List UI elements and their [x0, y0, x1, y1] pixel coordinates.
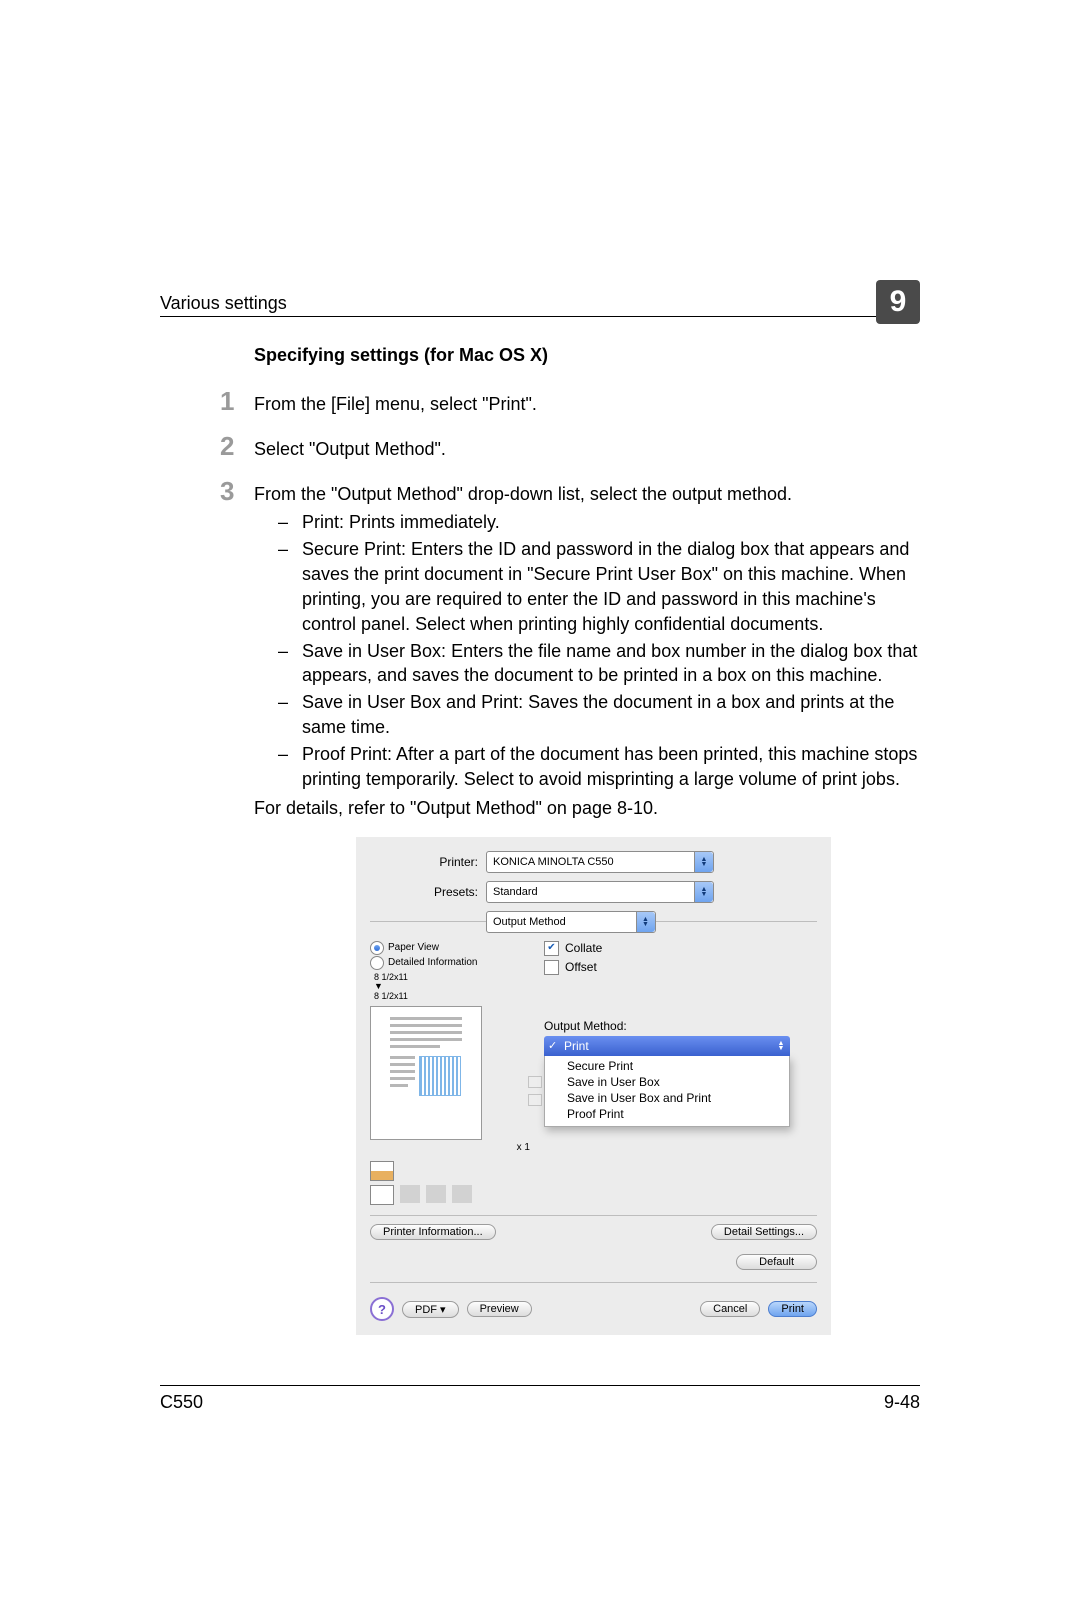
sub-item-text: Secure Print: Enters the ID and password…	[302, 537, 920, 636]
detailed-info-radio[interactable]: Detailed Information	[370, 956, 534, 970]
output-method-select[interactable]: ✓ Print ▲▼ Secure Print Save in User Box…	[544, 1036, 790, 1127]
default-button[interactable]: Default	[736, 1254, 817, 1270]
printer-label: Printer:	[370, 855, 486, 869]
hidden-control-icon	[528, 1076, 542, 1088]
paper-view-label: Paper View	[388, 942, 439, 953]
bullet-dash: –	[278, 639, 302, 689]
checkbox-icon	[544, 960, 559, 975]
paper-size-bottom: 8 1/2x11	[374, 991, 408, 1001]
detail-settings-button[interactable]: Detail Settings...	[711, 1224, 817, 1240]
output-method-label: Output Method:	[544, 1019, 817, 1033]
offset-label: Offset	[565, 960, 597, 974]
check-icon: ✓	[548, 1039, 557, 1052]
bullet-dash: –	[278, 510, 302, 535]
checkbox-icon: ✔	[544, 941, 559, 956]
section-heading: Specifying settings (for Mac OS X)	[160, 345, 920, 366]
hidden-control-icon	[528, 1094, 542, 1106]
footer-page: 9-48	[884, 1392, 920, 1413]
offset-checkbox[interactable]: Offset	[544, 960, 817, 975]
print-button[interactable]: Print	[768, 1301, 817, 1317]
updown-icon: ▲▼	[636, 912, 655, 932]
panel-value: Output Method	[493, 916, 566, 928]
preview-button[interactable]: Preview	[467, 1301, 532, 1317]
sub-item-text: Proof Print: After a part of the documen…	[302, 742, 920, 792]
footer-model: C550	[160, 1392, 203, 1413]
printer-information-button[interactable]: Printer Information...	[370, 1224, 496, 1240]
bullet-dash: –	[278, 537, 302, 636]
bullet-dash: –	[278, 742, 302, 792]
panel-select[interactable]: Output Method ▲▼	[486, 911, 656, 933]
layout-thumb-icon[interactable]	[370, 1161, 394, 1181]
pdf-button[interactable]: PDF ▾	[402, 1301, 459, 1318]
cancel-button[interactable]: Cancel	[700, 1301, 760, 1317]
updown-icon: ▲▼	[694, 852, 713, 872]
sub-item-text: Save in User Box and Print: Saves the do…	[302, 690, 920, 740]
output-method-option[interactable]: Save in User Box and Print	[545, 1090, 789, 1106]
output-method-option[interactable]: Save in User Box	[545, 1074, 789, 1090]
details-reference: For details, refer to "Output Method" on…	[160, 798, 920, 819]
presets-value: Standard	[493, 886, 538, 898]
print-dialog: Printer: KONICA MINOLTA C550 ▲▼ Presets:…	[356, 837, 831, 1336]
radio-icon	[370, 956, 384, 970]
step-number: 3	[220, 478, 254, 507]
step-number: 2	[220, 433, 254, 462]
output-method-option[interactable]: Proof Print	[545, 1106, 789, 1122]
page-header-title: Various settings	[160, 293, 876, 314]
sub-item-text: Save in User Box: Enters the file name a…	[302, 639, 920, 689]
collate-checkbox[interactable]: ✔ Collate	[544, 941, 817, 956]
presets-label: Presets:	[370, 885, 486, 899]
layout-thumb-icon[interactable]	[452, 1185, 472, 1203]
paper-size-top: 8 1/2x11	[374, 972, 408, 982]
step-text: From the [File] menu, select "Print".	[254, 388, 537, 417]
output-method-options: Secure Print Save in User Box Save in Us…	[544, 1056, 790, 1127]
copies-count: x 1	[370, 1142, 534, 1153]
chapter-badge: 9	[876, 280, 920, 324]
collate-label: Collate	[565, 941, 602, 955]
output-method-option[interactable]: Secure Print	[545, 1058, 789, 1074]
printer-select[interactable]: KONICA MINOLTA C550 ▲▼	[486, 851, 714, 873]
presets-select[interactable]: Standard ▲▼	[486, 881, 714, 903]
bullet-dash: –	[278, 690, 302, 740]
page-preview	[370, 1006, 482, 1140]
layout-thumb-icon[interactable]	[426, 1185, 446, 1203]
output-method-selected: Print	[554, 1039, 589, 1053]
sub-item-text: Print: Prints immediately.	[302, 510, 500, 535]
paper-view-radio[interactable]: Paper View	[370, 941, 534, 955]
layout-thumb-icon[interactable]	[400, 1185, 420, 1203]
step-text: From the "Output Method" drop-down list,…	[254, 478, 792, 507]
layout-thumb-icon[interactable]	[370, 1185, 394, 1205]
printer-value: KONICA MINOLTA C550	[493, 856, 614, 868]
radio-icon	[370, 941, 384, 955]
updown-icon: ▲▼	[772, 1036, 790, 1056]
step-number: 1	[220, 388, 254, 417]
help-icon[interactable]: ?	[370, 1297, 394, 1321]
step-text: Select "Output Method".	[254, 433, 446, 462]
detailed-info-label: Detailed Information	[388, 957, 478, 968]
updown-icon: ▲▼	[694, 882, 713, 902]
